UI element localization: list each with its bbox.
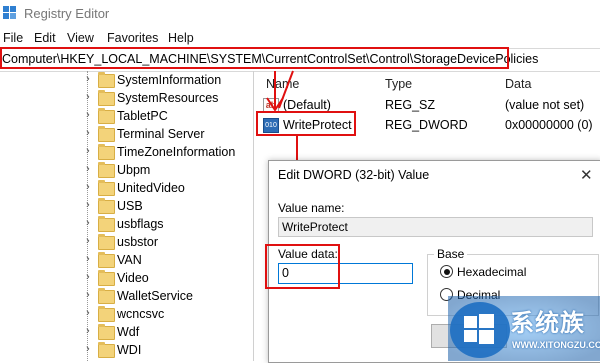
tree-item-label: TimeZoneInformation — [117, 145, 236, 159]
folder-icon — [98, 72, 115, 88]
tree-item-label: Wdf — [117, 325, 140, 339]
registry-editor-icon — [3, 6, 16, 19]
hexadecimal-radio[interactable] — [440, 265, 453, 278]
folder-icon — [98, 180, 115, 196]
menu-favorites[interactable]: Favorites — [107, 31, 158, 45]
chevron-right-icon[interactable]: › — [86, 181, 90, 193]
folder-icon — [98, 198, 115, 214]
tree-item-label: Ubpm — [117, 163, 151, 177]
watermark-url: WWW.XITONGZU.COM — [512, 340, 600, 350]
chevron-right-icon[interactable]: › — [86, 145, 90, 157]
chevron-right-icon[interactable]: › — [86, 325, 90, 337]
tree-item[interactable]: › wcncsvc — [0, 305, 252, 323]
tree-item-label: usbflags — [117, 217, 164, 231]
window-title: Registry Editor — [24, 6, 110, 21]
annotation-arrow-1 — [266, 70, 294, 112]
menu-bar: File Edit View Favorites Help — [0, 29, 600, 47]
chevron-right-icon[interactable]: › — [86, 271, 90, 283]
menu-help[interactable]: Help — [168, 31, 194, 45]
chevron-right-icon[interactable]: › — [86, 109, 90, 121]
tree-item[interactable]: › Video — [0, 269, 252, 287]
dialog-title: Edit DWORD (32-bit) Value — [278, 168, 430, 182]
key-tree: › SystemInformation › SystemResources › Tab… — [0, 71, 252, 361]
folder-icon — [98, 342, 115, 358]
menu-view[interactable]: View — [67, 31, 94, 45]
value-data: 0x00000000 (0) — [505, 118, 593, 132]
folder-icon — [98, 324, 115, 340]
tree-item-label: TabletPC — [117, 109, 168, 123]
watermark-text: 系统族 — [510, 310, 585, 337]
tree-item[interactable]: › SystemResources — [0, 89, 252, 107]
chevron-right-icon[interactable]: › — [86, 307, 90, 319]
tree-item-label: Video — [117, 271, 149, 285]
pane-splitter[interactable] — [253, 71, 254, 361]
tree-item[interactable]: › TimeZoneInformation — [0, 143, 252, 161]
tree-item[interactable]: › Wdf — [0, 323, 252, 341]
tree-item-label: wcncsvc — [117, 307, 165, 321]
value-type: REG_SZ — [385, 98, 436, 112]
tree-item[interactable]: › Terminal Server — [0, 125, 252, 143]
folder-icon — [98, 270, 115, 286]
menu-file[interactable]: File — [3, 31, 23, 45]
tree-item-label: WDI — [117, 343, 142, 357]
chevron-right-icon[interactable]: › — [86, 289, 90, 301]
tree-item-label: VAN — [117, 253, 142, 267]
title-bar: Registry Editor — [0, 0, 600, 27]
base-label: Base — [434, 247, 468, 261]
value-highlight-box — [256, 111, 356, 136]
tree-item[interactable]: › VAN — [0, 251, 252, 269]
folder-icon — [98, 252, 115, 268]
value-data-highlight-box — [265, 244, 340, 289]
chevron-right-icon[interactable]: › — [86, 235, 90, 247]
tree-item-label: WalletService — [117, 289, 193, 303]
chevron-right-icon[interactable]: › — [86, 127, 90, 139]
column-type[interactable]: Type — [385, 77, 412, 91]
tree-item[interactable]: › usbstor — [0, 233, 252, 251]
tree-item[interactable]: › WalletService — [0, 287, 252, 305]
tree-item[interactable]: › usbflags — [0, 215, 252, 233]
tree-item-label: USB — [117, 199, 143, 213]
value-name-field: WriteProtect — [278, 217, 593, 237]
column-data[interactable]: Data — [505, 77, 531, 91]
tree-item-label: Terminal Server — [117, 127, 205, 141]
tree-item[interactable]: › UnitedVideo — [0, 179, 252, 197]
folder-icon — [98, 108, 115, 124]
hexadecimal-label[interactable]: Hexadecimal — [457, 265, 526, 279]
value-name-label: Value name: — [278, 201, 345, 215]
tree-item-label: usbstor — [117, 235, 158, 249]
menu-edit[interactable]: Edit — [34, 31, 56, 45]
close-icon[interactable]: ✕ — [580, 166, 593, 184]
tree-item[interactable]: › TabletPC — [0, 107, 252, 125]
folder-icon — [98, 162, 115, 178]
folder-icon — [98, 288, 115, 304]
address-highlight-box — [0, 47, 509, 69]
tree-item[interactable]: › Ubpm — [0, 161, 252, 179]
tree-item[interactable]: › USB — [0, 197, 252, 215]
chevron-right-icon[interactable]: › — [86, 253, 90, 265]
folder-icon — [98, 126, 115, 142]
value-data: (value not set) — [505, 98, 585, 112]
chevron-right-icon[interactable]: › — [86, 199, 90, 211]
tree-item[interactable]: › SystemInformation — [0, 71, 252, 89]
value-list-header: Name Type Data — [256, 71, 600, 95]
tree-item[interactable]: › WDI — [0, 341, 252, 359]
chevron-right-icon[interactable]: › — [86, 163, 90, 175]
folder-icon — [98, 90, 115, 106]
folder-icon — [98, 144, 115, 160]
value-type: REG_DWORD — [385, 118, 468, 132]
tree-item-label: UnitedVideo — [117, 181, 185, 195]
chevron-right-icon[interactable]: › — [86, 73, 90, 85]
folder-icon — [98, 234, 115, 250]
chevron-right-icon[interactable]: › — [86, 91, 90, 103]
tree-item-label: SystemInformation — [117, 73, 222, 87]
chevron-right-icon[interactable]: › — [86, 343, 90, 355]
folder-icon — [98, 306, 115, 322]
folder-icon — [98, 216, 115, 232]
chevron-right-icon[interactable]: › — [86, 217, 90, 229]
tree-item-label: SystemResources — [117, 91, 219, 105]
